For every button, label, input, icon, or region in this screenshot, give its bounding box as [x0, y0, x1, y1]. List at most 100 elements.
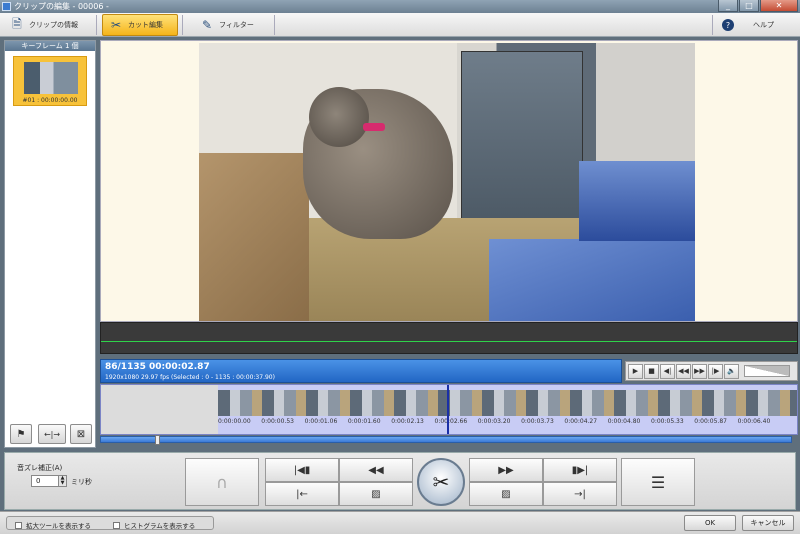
audio-offset-input[interactable]: 0 ▲ ▼: [31, 475, 67, 487]
show-zoom-tool-checkbox[interactable]: 拡大ツールを表示する: [15, 520, 91, 530]
hatch-left-icon: ▨: [371, 488, 381, 500]
fast-forward-button[interactable]: ▶▶: [692, 363, 707, 379]
transport-controls: ▶ ■ ◀| ◀◀ ▶▶ |▶ 🔈: [625, 361, 798, 381]
keyframe-item[interactable]: #01 : 00:00:00.00: [13, 56, 87, 106]
list-icon: ☰: [650, 472, 666, 492]
fit-width-icon: ←|→: [43, 429, 61, 439]
timecode-label: 0:00:00.53: [261, 418, 294, 425]
timecode-label: 0:00:05.87: [694, 418, 727, 425]
flag-icon: ⚑: [16, 428, 26, 440]
jump-prev-icon: ◀◀: [368, 464, 384, 476]
keyframe-panel: キーフレーム 1 個 #01 : 00:00:00.00: [4, 40, 96, 448]
video-frame: [199, 43, 695, 321]
jump-prev-cut-button[interactable]: ◀◀: [339, 458, 413, 482]
timecode-label: 0:00:00.00: [218, 418, 251, 425]
app-icon: [2, 2, 11, 11]
jump-next-icon: ▶▶: [498, 464, 514, 476]
delete-icon: ⊠: [76, 428, 86, 440]
timecode-label: 0:00:03.20: [477, 418, 511, 425]
timeline-scrollbar[interactable]: [100, 435, 792, 445]
tab-cut-edit[interactable]: ✂ カット編集: [102, 14, 178, 36]
cut-button[interactable]: ✂: [417, 458, 465, 506]
timecode-label: 0:00:03.73: [521, 418, 554, 425]
help-label: ヘルプ: [753, 21, 774, 29]
set-out-point-button[interactable]: ▮▶|: [543, 458, 617, 482]
set-in-point-button[interactable]: |◀▮: [265, 458, 339, 482]
tab-clip-info[interactable]: 🗎 クリップの情報: [4, 14, 92, 36]
jump-next-cut-button[interactable]: ▶▶: [469, 458, 543, 482]
close-button[interactable]: ✕: [760, 0, 798, 12]
timecode-label: 0:00:01.06: [304, 418, 338, 425]
trim-end-button[interactable]: →|: [543, 482, 617, 506]
add-keyframe-button[interactable]: ⚑: [10, 424, 32, 444]
help-button[interactable]: ? ヘルプ: [716, 14, 796, 36]
scrollbar-thumb[interactable]: [155, 435, 161, 445]
audio-offset-unit: ミリ秒: [71, 478, 92, 486]
stop-button[interactable]: ■: [644, 363, 659, 379]
clip-detail: 1920x1080 29.97 fps (Selected : 0 - 1135…: [105, 374, 275, 381]
tab-clip-info-label: クリップの情報: [29, 21, 78, 29]
show-histogram-label: ヒストグラムを表示する: [124, 522, 196, 530]
delete-before-button[interactable]: ▨: [339, 482, 413, 506]
timeline-empty-region: [101, 385, 218, 434]
toolbar-divider: [96, 15, 97, 35]
ok-button[interactable]: OK: [684, 515, 736, 531]
help-icon: ?: [722, 19, 734, 31]
checkbox-icon: [15, 521, 22, 529]
delete-after-button[interactable]: ▨: [469, 482, 543, 506]
title-bar: クリップの編集 - 00006 - _ □ ✕: [0, 0, 800, 13]
waveform-line: [101, 341, 797, 342]
delete-keyframe-button[interactable]: ⊠: [70, 424, 92, 444]
window-title: クリップの編集 - 00006 -: [14, 2, 109, 11]
footer-bar: 拡大ツールを表示する ヒストグラムを表示する OK キャンセル: [0, 511, 800, 534]
trim-start-icon: |←: [296, 488, 308, 500]
timecode-label: 0:00:04.27: [564, 418, 598, 425]
timecode-label: 0:00:05.33: [651, 418, 684, 425]
trim-start-button[interactable]: |←: [265, 482, 339, 506]
tab-filter-label: フィルター: [219, 21, 254, 29]
hatch-right-icon: ▨: [501, 488, 511, 500]
timecode-label: 0:00:06.40: [737, 418, 771, 425]
edit-panel: 音ズレ補正(A) 0 ▲ ▼ ミリ秒 ∩ |◀▮ ◀◀ |← ▨ ✂ ▶▶ ▮▶|…: [4, 452, 796, 510]
tab-cut-edit-label: カット編集: [128, 21, 163, 29]
toolbar-divider: [712, 15, 713, 35]
audio-offset-value: 0: [36, 477, 41, 485]
cancel-button[interactable]: キャンセル: [742, 515, 794, 531]
prev-frame-button[interactable]: ◀|: [660, 363, 675, 379]
fit-keyframe-button[interactable]: ←|→: [38, 424, 66, 444]
document-icon: 🗎: [12, 16, 22, 31]
show-histogram-checkbox[interactable]: ヒストグラムを表示する: [113, 520, 195, 530]
audio-waveform: [100, 322, 798, 354]
out-point-icon: ▮▶|: [571, 464, 589, 476]
show-zoom-tool-label: 拡大ツールを表示する: [26, 522, 91, 530]
cut-list-button[interactable]: ☰: [621, 458, 695, 506]
timecode-label: 0:00:04.80: [607, 418, 641, 425]
toolbar-divider: [182, 15, 183, 35]
spin-arrows-icon[interactable]: ▲ ▼: [58, 476, 66, 486]
toolbar: 🗎 クリップの情報 ✂ カット編集 ✎ フィルター ? ヘルプ: [0, 13, 800, 37]
volume-slider[interactable]: [744, 365, 790, 377]
tab-filter[interactable]: ✎ フィルター: [194, 14, 274, 36]
checkbox-icon: [113, 521, 120, 529]
play-button[interactable]: ▶: [628, 363, 643, 379]
timeline-thumbnails[interactable]: [218, 390, 797, 416]
display-options: 拡大ツールを表示する ヒストグラムを表示する: [6, 516, 214, 530]
timecode-label: 0:00:01.60: [347, 418, 381, 425]
playback-info-bar: 86/1135 00:00:02.87 1920x1080 29.97 fps …: [100, 359, 622, 383]
next-frame-button[interactable]: |▶: [708, 363, 723, 379]
keyframe-count-header: キーフレーム 1 個: [5, 41, 95, 51]
maximize-button[interactable]: □: [739, 0, 759, 12]
rewind-button[interactable]: ◀◀: [676, 363, 691, 379]
timeline[interactable]: 0:00:00.00 0:00:00.53 0:00:01.06 0:00:01.60…: [100, 384, 798, 435]
speaker-icon[interactable]: 🔈: [724, 363, 739, 379]
toolbar-divider: [274, 15, 275, 35]
filter-edit-icon: ✎: [201, 18, 213, 32]
playhead[interactable]: [447, 385, 449, 434]
trim-end-icon: →|: [574, 488, 586, 500]
undo-cut-button[interactable]: ∩: [185, 458, 259, 506]
minimize-button[interactable]: _: [718, 0, 738, 12]
in-point-icon: |◀▮: [293, 464, 311, 476]
timecode-label: 0:00:02.13: [391, 418, 424, 425]
scissors-icon: ✂: [110, 18, 122, 32]
scissors-icon: ✂: [432, 470, 450, 494]
